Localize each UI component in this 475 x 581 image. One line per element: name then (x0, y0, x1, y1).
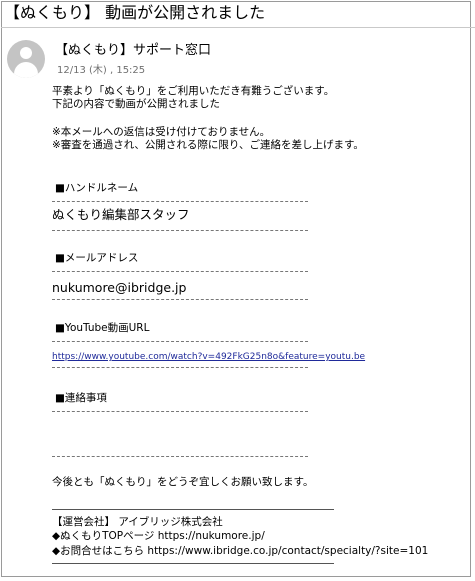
separator (52, 411, 308, 412)
mail-address-value[interactable]: nukumore@ibridge.jp (52, 280, 186, 295)
separator (52, 299, 308, 300)
separator (52, 367, 308, 368)
greeting-line-1: 平素より「ぬくもり」をご利用いただき有難うございます。 (52, 85, 335, 97)
handle-name-label: ■ハンドルネーム (55, 182, 139, 194)
notice-line-2: ※審査を通過され、公開される際に限り、ご連絡を差し上げます。 (52, 139, 364, 151)
separator (52, 341, 308, 342)
footer-divider-bottom (52, 563, 334, 564)
closing-line: 今後とも「ぬくもり」をどうぞ宜しくお願い致します。 (52, 476, 314, 488)
sent-date: 12/13 (木) , 15:25 (57, 65, 146, 76)
top-page-link[interactable]: ◆ぬくもりTOPページ https://nukumore.jp/ (52, 530, 265, 543)
contact-notes-label: ■連絡事項 (55, 392, 107, 404)
handle-name-value: ぬくもり編集部スタッフ (52, 207, 190, 222)
company-name: 【運営会社】 アイブリッジ株式会社 (52, 516, 223, 528)
greeting-line-2: 下記の内容で動画が公開されました (52, 98, 220, 110)
avatar (7, 40, 45, 78)
header-divider (1, 27, 475, 28)
separator (52, 201, 308, 202)
mail-address-label: ■メールアドレス (55, 252, 139, 264)
footer-divider (52, 509, 334, 510)
avatar-head-icon (20, 47, 32, 59)
email-subject: 【ぬくもり】 動画が公開されました (4, 3, 266, 22)
separator (52, 230, 308, 231)
separator (52, 271, 308, 272)
avatar-body-icon (14, 62, 38, 78)
separator (52, 456, 308, 457)
youtube-url-link[interactable]: https://www.youtube.com/watch?v=492FkG25… (52, 351, 365, 363)
youtube-url-label: ■YouTube動画URL (55, 322, 150, 334)
notice-line-1: ※本メールへの返信は受け付けておりません。 (52, 126, 271, 138)
inquiry-link[interactable]: ◆お問合せはこちら https://www.ibridge.co.jp/cont… (52, 545, 428, 558)
sender-name[interactable]: 【ぬくもり】サポート窓口 (55, 43, 211, 59)
